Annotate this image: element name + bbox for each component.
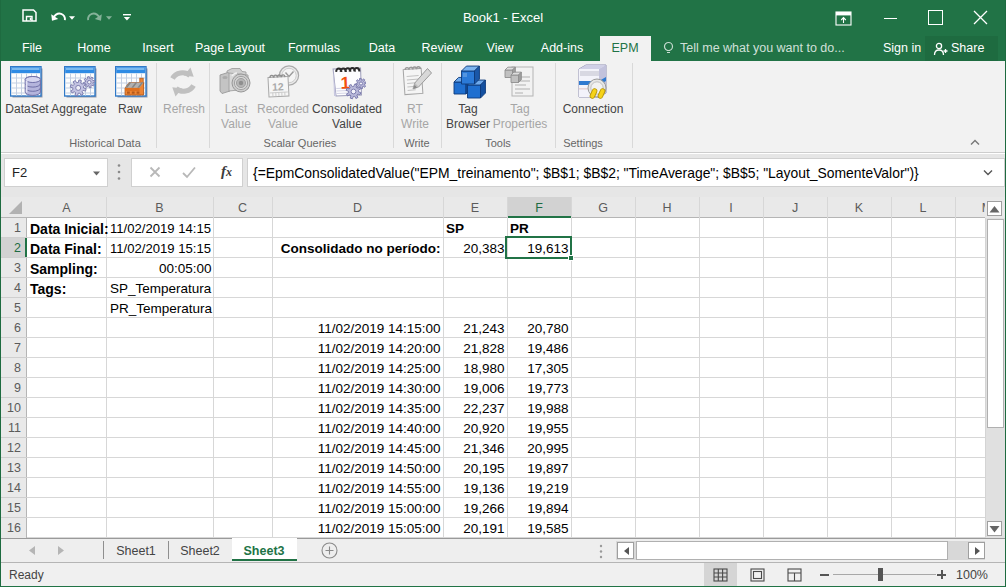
svg-text:12: 12 (272, 80, 284, 93)
